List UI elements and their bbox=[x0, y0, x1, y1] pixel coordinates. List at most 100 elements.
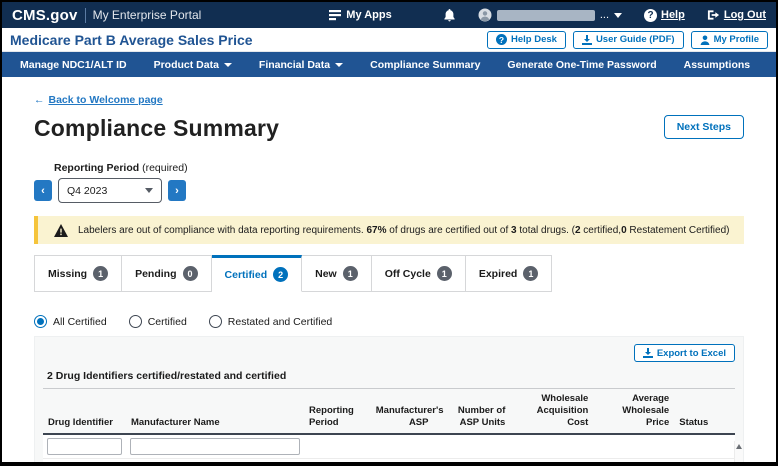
user-guide-label: User Guide (PDF) bbox=[595, 34, 675, 45]
export-to-excel-button[interactable]: Export to Excel bbox=[633, 344, 735, 362]
tab-expired[interactable]: Expired 1 bbox=[465, 255, 553, 292]
tab-label: Pending bbox=[135, 267, 177, 280]
caret-down-icon bbox=[223, 62, 232, 67]
previous-period-button[interactable]: ‹ bbox=[34, 180, 52, 201]
results-panel: Export to Excel 2 Drug Identifiers certi… bbox=[34, 336, 744, 463]
nav-compliance-summary[interactable]: Compliance Summary bbox=[370, 59, 480, 71]
table-row[interactable]: 99999-9999-99 Test Manf Name impl Q4 202… bbox=[43, 458, 735, 463]
tab-count-badge: 2 bbox=[273, 267, 289, 282]
radio-icon bbox=[128, 315, 142, 328]
nav-manage-ndc1-alt-id[interactable]: Manage NDC1/ALT ID bbox=[20, 59, 127, 71]
my-profile-button[interactable]: My Profile bbox=[690, 30, 768, 49]
top-bar: CMS.gov My Enterprise Portal My Apps ...… bbox=[2, 2, 776, 28]
nav-generate-one-time-password[interactable]: Generate One-Time Password bbox=[507, 59, 656, 71]
nav-product-data[interactable]: Product Data bbox=[154, 59, 232, 71]
radio-icon bbox=[34, 315, 47, 328]
help-label: Help bbox=[661, 9, 685, 21]
tab-off-cycle[interactable]: Off Cycle 1 bbox=[371, 255, 466, 292]
col-average-wholesale-price: Average Wholesale Price bbox=[593, 389, 675, 435]
nav-label: Manage NDC1/ALT ID bbox=[20, 58, 127, 71]
tab-certified[interactable]: Certified 2 bbox=[211, 255, 303, 292]
question-icon: ? bbox=[496, 34, 507, 45]
tab-pending[interactable]: Pending 0 bbox=[122, 255, 212, 292]
radio-all-certified[interactable]: All Certified bbox=[34, 315, 107, 328]
user-menu[interactable]: ... bbox=[478, 8, 622, 22]
col-number-of-asp-units: Number of ASP Units bbox=[433, 389, 511, 435]
grid-icon bbox=[329, 10, 342, 21]
col-wholesale-acquisition-cost: Wholesale Acquisition Cost bbox=[510, 389, 594, 435]
cell-wholesale-acquisition-cost: $1500.000 bbox=[510, 458, 593, 463]
tab-count-badge: 1 bbox=[436, 266, 452, 281]
chevron-down-icon bbox=[145, 188, 153, 193]
nav-label: Product Data bbox=[153, 58, 219, 71]
page-content: ← Back to Welcome page Compliance Summar… bbox=[2, 77, 776, 463]
alert-text-part: Labelers are out of compliance with data… bbox=[78, 224, 367, 236]
sign-out-icon bbox=[707, 10, 719, 20]
nav-assumptions[interactable]: Assumptions bbox=[684, 59, 751, 71]
scroll-up-icon[interactable] bbox=[736, 444, 742, 449]
tab-label: Certified bbox=[224, 268, 268, 281]
radio-restated-and-certified[interactable]: Restated and Certified bbox=[208, 315, 333, 328]
compliance-alert-banner: Labelers are out of compliance with data… bbox=[34, 216, 744, 244]
required-hint: (required) bbox=[139, 162, 188, 174]
col-manufacturer-name: Manufacturer Name bbox=[125, 389, 304, 435]
radio-certified[interactable]: Certified bbox=[128, 315, 187, 328]
person-icon bbox=[700, 35, 709, 45]
download-icon bbox=[581, 34, 592, 45]
tab-label: Off Cycle bbox=[384, 267, 431, 280]
table-caption: 2 Drug Identifiers certified/restated an… bbox=[43, 366, 735, 389]
my-apps-label: My Apps bbox=[346, 9, 392, 21]
user-avatar-icon bbox=[478, 8, 492, 22]
page-title: Compliance Summary bbox=[34, 115, 280, 141]
alert-text-part: certified, bbox=[580, 224, 622, 236]
table-scrollbar[interactable] bbox=[734, 441, 743, 462]
download-icon bbox=[642, 348, 653, 358]
col-drug-identifier: Drug Identifier bbox=[43, 389, 126, 435]
question-icon: ? bbox=[644, 8, 657, 22]
nav-label: Financial Data bbox=[258, 58, 331, 71]
filter-drug-identifier-input[interactable] bbox=[47, 437, 122, 455]
cell-manufacturers-asp: $0.000 bbox=[371, 458, 434, 463]
my-profile-label: My Profile bbox=[713, 34, 759, 45]
back-to-welcome-link[interactable]: ← Back to Welcome page bbox=[34, 94, 163, 106]
portal-name: My Enterprise Portal bbox=[92, 8, 202, 22]
caret-down-icon bbox=[335, 62, 344, 67]
bell-icon[interactable] bbox=[443, 8, 456, 22]
reporting-period-label: Reporting Period (required) bbox=[54, 162, 744, 174]
filter-row bbox=[43, 433, 735, 459]
status-tabs: Missing 1 Pending 0 Certified 2 New 1 Off Cy… bbox=[34, 255, 744, 292]
main-nav: Manage NDC1/ALT ID Product Data Financia… bbox=[2, 52, 776, 77]
tab-count-badge: 1 bbox=[523, 266, 539, 281]
reporting-period-select[interactable]: Q4 2023 bbox=[58, 178, 162, 203]
tab-count-badge: 1 bbox=[93, 266, 109, 281]
filter-manufacturer-name-input[interactable] bbox=[129, 437, 300, 455]
help-desk-label: Help Desk bbox=[511, 34, 557, 45]
brand-divider bbox=[84, 7, 86, 23]
cell-status: Certified bbox=[674, 458, 735, 463]
tab-new[interactable]: New 1 bbox=[302, 255, 372, 292]
cms-logo[interactable]: CMS.gov bbox=[12, 7, 78, 24]
next-period-button[interactable]: › bbox=[168, 180, 186, 201]
reporting-period-value: Q4 2023 bbox=[67, 184, 108, 197]
col-reporting-period: Reporting Period bbox=[304, 389, 371, 435]
tab-label: Expired bbox=[478, 267, 518, 280]
log-out-label: Log Out bbox=[723, 9, 766, 21]
nav-financial-data[interactable]: Financial Data bbox=[258, 58, 344, 71]
cell-average-wholesale-price: $500.000 bbox=[593, 458, 674, 463]
reporting-period-label-text: Reporting Period bbox=[54, 162, 140, 174]
radio-label: Restated and Certified bbox=[227, 315, 333, 328]
log-out-link[interactable]: Log Out bbox=[707, 9, 766, 21]
alert-text-part: Restatement Certified) bbox=[626, 224, 730, 236]
radio-label: All Certified bbox=[53, 315, 107, 328]
next-steps-button[interactable]: Next Steps bbox=[663, 115, 744, 139]
user-guide-button[interactable]: User Guide (PDF) bbox=[572, 30, 684, 49]
cell-drug-identifier: 99999-9999-99 bbox=[43, 458, 126, 463]
warning-icon bbox=[54, 223, 68, 237]
alert-percent: 67% bbox=[366, 224, 387, 236]
app-title: Medicare Part B Average Sales Price bbox=[10, 31, 253, 48]
help-link[interactable]: ? Help bbox=[644, 8, 685, 22]
help-desk-button[interactable]: ? Help Desk bbox=[487, 30, 566, 49]
my-apps-button[interactable]: My Apps bbox=[329, 9, 392, 21]
nav-label: Compliance Summary bbox=[370, 58, 481, 71]
tab-missing[interactable]: Missing 1 bbox=[34, 255, 123, 292]
